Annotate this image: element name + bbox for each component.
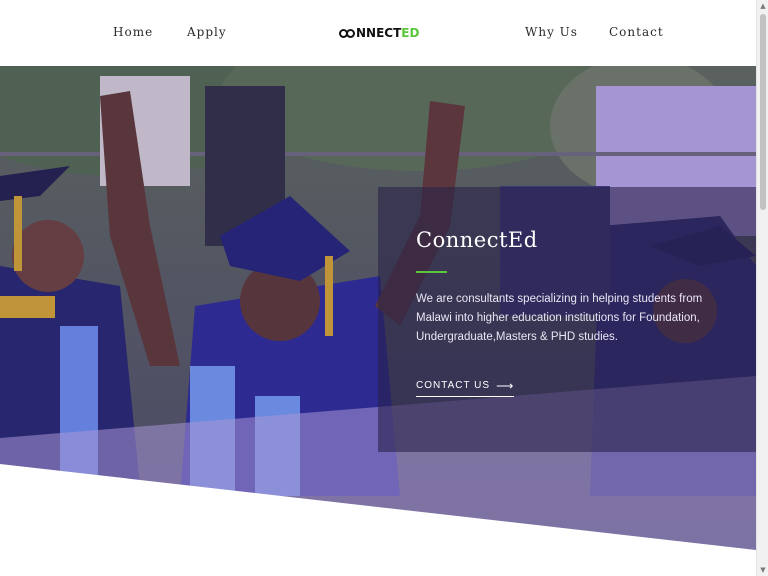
contact-us-button[interactable]: CONTACT US ⟶ <box>416 378 515 397</box>
scroll-thumb[interactable] <box>760 14 766 210</box>
page-scrollbar[interactable]: ▲ ▼ <box>756 0 768 576</box>
hero-title: ConnectEd <box>416 228 538 252</box>
nav-why-us-link[interactable]: Why Us <box>525 25 578 39</box>
logo-text-accent: ED <box>401 26 420 40</box>
arrow-right-icon: ⟶ <box>496 378 515 393</box>
logo-ring-icon <box>346 28 355 38</box>
logo-text: NNECT <box>356 26 402 40</box>
brand-logo[interactable]: NNECT ED <box>339 25 419 41</box>
contact-us-label: CONTACT US <box>416 380 491 391</box>
hero-description: We are consultants specializing in helpi… <box>416 293 703 343</box>
hero-title-underline <box>416 271 447 273</box>
scroll-down-arrow-icon[interactable]: ▼ <box>757 564 768 576</box>
page-body-background <box>0 556 756 576</box>
nav-contact-link[interactable]: Contact <box>609 25 664 39</box>
scroll-up-arrow-icon[interactable]: ▲ <box>757 0 768 12</box>
nav-home-link[interactable]: Home <box>113 25 153 39</box>
nav-apply-link[interactable]: Apply <box>187 25 227 39</box>
navbar: Home Apply NNECT ED Why Us Contact <box>0 0 756 66</box>
